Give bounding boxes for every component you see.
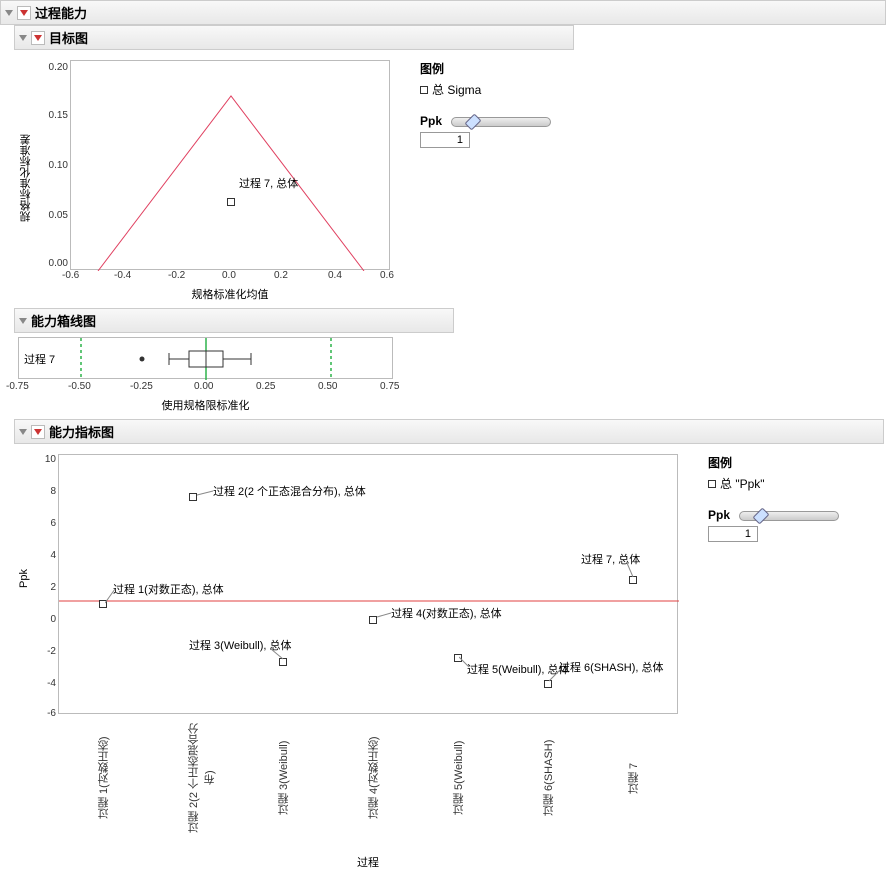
capi-ytick: 10 (45, 454, 56, 465)
capi-ytick: -6 (47, 708, 56, 719)
box-title: 能力箱线图 (31, 311, 96, 330)
box-xtick: 0.75 (380, 381, 399, 392)
box-plot[interactable] (18, 337, 393, 379)
legend-label: 总 "Ppk" (720, 475, 765, 492)
goal-xtick: 0.6 (380, 270, 394, 281)
legend-item[interactable]: 总 "Ppk" (708, 475, 839, 492)
goal-xlabel: 规格标准化均值 (70, 284, 390, 302)
box-xtick: -0.25 (130, 381, 153, 392)
capi-ytick: -2 (47, 646, 56, 657)
capi-xtick: 过程 1(对数正态) (96, 718, 112, 838)
ppk-slider[interactable] (451, 117, 551, 127)
goal-ylabel: 规格标准化标准差 (18, 134, 34, 222)
menu-icon[interactable] (31, 31, 45, 45)
goal-point-label: 过程 7, 总体 (239, 175, 298, 191)
square-marker-icon (708, 480, 716, 488)
main-header[interactable]: 过程能力 (0, 0, 886, 25)
goal-ytick: 0.15 (49, 110, 68, 121)
capi-xtick: 过程 2(2 个正态混合分布) (186, 718, 218, 838)
box-xtick: -0.75 (6, 381, 29, 392)
capi-xtick: 过程 6(SHASH) (541, 718, 557, 838)
capi-ytick: 6 (50, 518, 56, 529)
goal-xtick: -0.2 (168, 270, 185, 281)
capi-ytick: 0 (50, 614, 56, 625)
disclosure-icon[interactable] (19, 318, 27, 324)
box-xlabel: 使用规格限标准化 (18, 395, 393, 413)
capi-point-label: 过程 2(2 个正态混合分布), 总体 (213, 483, 366, 499)
capi-xtick: 过程 7 (626, 718, 642, 838)
capi-xtick: 过程 5(Weibull) (451, 718, 467, 838)
goal-xtick: -0.4 (114, 270, 131, 281)
box-xtick: 0.50 (318, 381, 337, 392)
goal-header[interactable]: 目标图 (14, 25, 574, 50)
capi-point-label: 过程 4(对数正态), 总体 (391, 605, 502, 621)
goal-plot[interactable]: 过程 7, 总体 (70, 60, 390, 270)
ppk-value[interactable]: 1 (420, 132, 470, 148)
capi-xtick: 过程 4(对数正态) (366, 718, 382, 838)
goal-ytick: 0.20 (49, 62, 68, 73)
legend-label: 总 Sigma (432, 81, 481, 98)
goal-xtick: -0.6 (62, 270, 79, 281)
ppk-label: Ppk (708, 508, 730, 522)
ppk-value[interactable]: 1 (708, 526, 758, 542)
capi-xtick: 过程 3(Weibull) (276, 718, 292, 838)
capi-ytick: 4 (50, 550, 56, 561)
menu-icon[interactable] (31, 425, 45, 439)
square-marker-icon (420, 86, 428, 94)
box-row-label: 过程 7 (24, 354, 55, 366)
goal-title: 目标图 (49, 28, 88, 47)
capi-ytick: 8 (50, 486, 56, 497)
goal-ytick: 0.00 (49, 258, 68, 269)
goal-xtick: 0.0 (222, 270, 236, 281)
legend-title: 图例 (708, 454, 839, 471)
capi-title: 能力指标图 (49, 422, 114, 441)
goal-ytick: 0.05 (49, 210, 68, 221)
menu-icon[interactable] (17, 6, 31, 20)
ppk-label: Ppk (420, 114, 442, 128)
disclosure-icon[interactable] (19, 35, 27, 41)
box-header[interactable]: 能力箱线图 (14, 308, 454, 333)
capi-header[interactable]: 能力指标图 (14, 419, 884, 444)
goal-ytick: 0.10 (49, 160, 68, 171)
goal-point (227, 195, 235, 209)
capi-ytick: -4 (47, 678, 56, 689)
capi-point-label: 过程 1(对数正态), 总体 (113, 581, 224, 597)
main-title: 过程能力 (35, 3, 87, 22)
box-xtick: 0.25 (256, 381, 275, 392)
box-xtick: -0.50 (68, 381, 91, 392)
disclosure-icon[interactable] (5, 10, 13, 16)
capi-ytick: 2 (50, 582, 56, 593)
legend-item[interactable]: 总 Sigma (420, 81, 551, 98)
capi-ylabel: Ppk (18, 569, 30, 588)
ppk-slider[interactable] (739, 511, 839, 521)
capi-point-label: 过程 6(SHASH), 总体 (559, 659, 664, 675)
capi-point (369, 613, 377, 627)
capi-plot[interactable]: 过程 1(对数正态), 总体 过程 2(2 个正态混合分布), 总体 过程 3(… (58, 454, 678, 714)
capi-point (189, 490, 197, 504)
box-xtick: 0.00 (194, 381, 213, 392)
legend-title: 图例 (420, 60, 551, 77)
goal-xtick: 0.2 (274, 270, 288, 281)
disclosure-icon[interactable] (19, 429, 27, 435)
capi-xlabel: 过程 (58, 844, 678, 870)
goal-xtick: 0.4 (328, 270, 342, 281)
